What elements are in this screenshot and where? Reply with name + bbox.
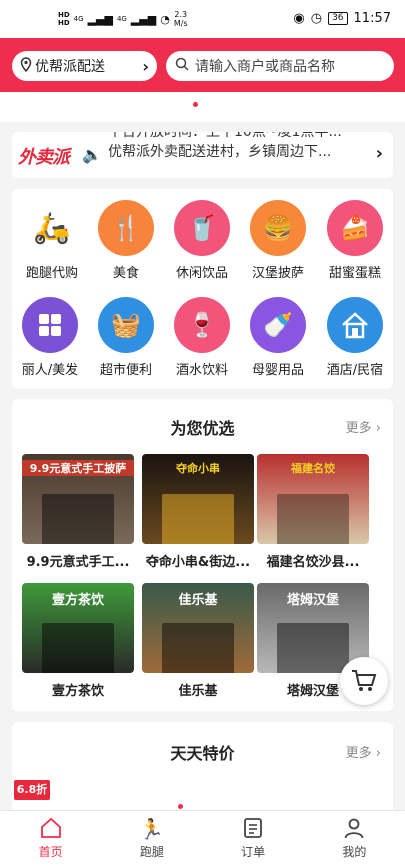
grid-icon xyxy=(22,297,78,353)
tab-home[interactable]: 首页 xyxy=(0,811,101,866)
category-item[interactable]: 🍷 酒水饮料 xyxy=(167,297,237,378)
wifi-icon: ◔ xyxy=(160,12,170,26)
hd-label-1: HD xyxy=(58,11,70,19)
shop-card[interactable]: 福建名饺 福建名饺沙县... xyxy=(257,454,369,570)
discount-badge: 6.8折 xyxy=(14,780,50,800)
announcement-text: 平台开放时间：上午10点~凌1点半... 优帮派外卖配送进村，乡镇周边下... xyxy=(108,132,342,160)
drink-cup-icon: 🥤 xyxy=(174,200,230,256)
category-item[interactable]: 🍼 母婴用品 xyxy=(243,297,313,378)
brand-logo: 外卖派 xyxy=(18,147,70,168)
search-placeholder: 请输入商户或商品名称 xyxy=(195,59,335,75)
shop-photo: 壹方茶饮 xyxy=(22,583,134,673)
category-item[interactable]: 🧺 超市便利 xyxy=(91,297,161,378)
delivery-rider-icon: 🛵 xyxy=(24,200,80,256)
eye-icon: ◉ xyxy=(293,11,305,26)
chevron-right-icon: › xyxy=(142,56,149,76)
shop-card[interactable]: 壹方茶饮 壹方茶饮 xyxy=(22,583,134,699)
location-pin-icon xyxy=(20,56,32,76)
more-link[interactable]: 更多 › xyxy=(346,742,381,761)
tab-profile[interactable]: 我的 xyxy=(304,811,405,866)
shop-photo: 佳乐基 xyxy=(142,583,254,673)
cake-icon: 🍰 xyxy=(327,200,383,256)
search-icon xyxy=(175,57,189,75)
signal-icon: ▂▄▆ xyxy=(87,12,113,26)
location-label: 优帮派配送 xyxy=(35,59,105,75)
category-item[interactable]: 🛵 跑腿代购 xyxy=(17,200,87,281)
hd-label-2: HD xyxy=(58,19,70,27)
top-header: 优帮派配送 › 请输入商户或商品名称 xyxy=(0,38,405,92)
battery-level: 36 xyxy=(328,12,348,25)
section-title: 为您优选 xyxy=(170,419,235,438)
category-item[interactable]: 🥤 休闲饮品 xyxy=(167,200,237,281)
category-grid: 🛵 跑腿代购 🍴 美食 🥤 休闲饮品 🍔 汉堡披萨 🍰 甜蜜蛋糕 丽人/美发 🧺… xyxy=(12,189,393,389)
carousel-indicator xyxy=(193,102,198,107)
category-item[interactable]: 酒店/民宿 xyxy=(320,297,390,378)
network-type-1: 4G xyxy=(73,15,84,23)
shop-card[interactable]: 佳乐基 佳乐基 xyxy=(142,583,254,699)
alarm-icon: ◷ xyxy=(310,11,323,26)
location-selector[interactable]: 优帮派配送 › xyxy=(12,51,157,81)
shop-name: 福建名饺沙县... xyxy=(266,555,360,570)
category-item[interactable]: 🍴 美食 xyxy=(91,200,161,281)
basket-icon: 🧺 xyxy=(98,297,154,353)
recommend-section: 为您优选 更多 › 9.9元意式手工披萨 9.9元意式手工... 夺命小串 夺命… xyxy=(12,399,393,711)
baby-bottle-icon: 🍼 xyxy=(250,297,306,353)
shop-name: 夺命小串&街边... xyxy=(145,555,251,570)
carousel-indicator xyxy=(178,804,183,809)
category-item[interactable]: 🍰 甜蜜蛋糕 xyxy=(320,200,390,281)
status-bar: HD HD 4G ▂▄▆ 4G ▂▄▆ ◔ 2.3 M/s ◉ ◷ 36 11:… xyxy=(0,0,405,38)
category-item[interactable]: 🍔 汉堡披萨 xyxy=(243,200,313,281)
runner-icon: 🏃 xyxy=(139,817,165,841)
tab-errand[interactable]: 🏃 跑腿 xyxy=(101,811,202,866)
category-item[interactable]: 丽人/美发 xyxy=(15,297,85,378)
chevron-right-icon[interactable]: › xyxy=(376,143,383,164)
section-title: 天天特价 xyxy=(170,744,235,763)
speaker-icon: 🔈 xyxy=(82,145,102,164)
clock-time: 11:57 xyxy=(353,11,391,26)
wine-glass-icon: 🍷 xyxy=(174,297,230,353)
bottom-tab-bar: 首页 🏃 跑腿 订单 我的 xyxy=(0,810,405,866)
shop-photo: 福建名饺 xyxy=(257,454,369,544)
tab-orders[interactable]: 订单 xyxy=(203,811,304,866)
home-icon xyxy=(0,817,101,841)
house-icon xyxy=(327,297,383,353)
search-input[interactable]: 请输入商户或商品名称 xyxy=(166,51,394,81)
shop-name: 佳乐基 xyxy=(178,684,218,699)
shop-card[interactable]: 9.9元意式手工披萨 9.9元意式手工... xyxy=(22,454,134,570)
network-speed: 2.3 M/s xyxy=(173,10,188,28)
shop-card[interactable]: 夺命小串 夺命小串&街边... xyxy=(142,454,254,570)
user-icon xyxy=(304,817,405,841)
signal-icon-2: ▂▄▆ xyxy=(130,12,157,26)
burger-icon: 🍔 xyxy=(250,200,306,256)
fork-knife-icon: 🍴 xyxy=(98,200,154,256)
network-type-2: 4G xyxy=(116,15,127,23)
banner-carousel[interactable] xyxy=(0,92,405,122)
shop-name: 9.9元意式手工... xyxy=(26,555,130,570)
order-list-icon xyxy=(203,817,304,841)
shop-photo: 9.9元意式手工披萨 xyxy=(22,454,134,544)
daily-special-section: 天天特价 更多 › xyxy=(12,722,393,822)
shopping-cart-button[interactable] xyxy=(340,657,388,705)
shop-photo: 夺命小串 xyxy=(142,454,254,544)
more-link[interactable]: 更多 › xyxy=(346,417,381,436)
announcement-bar[interactable]: 外卖派 🔈 平台开放时间：上午10点~凌1点半... 优帮派外卖配送进村，乡镇周… xyxy=(12,132,393,178)
shop-name: 壹方茶饮 xyxy=(51,684,104,699)
